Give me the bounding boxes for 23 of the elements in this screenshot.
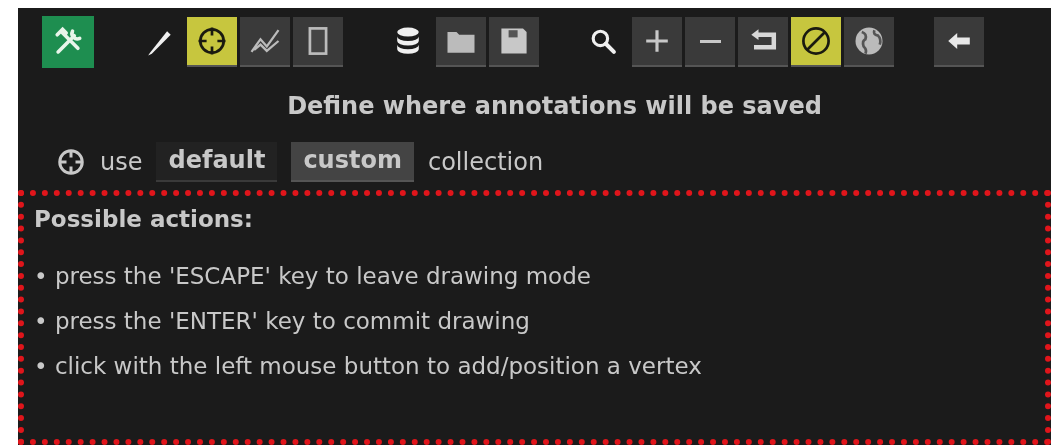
folder-button[interactable] bbox=[436, 17, 486, 67]
help-item: • press the 'ESCAPE' key to leave drawing mode bbox=[34, 262, 592, 291]
collection-option[interactable]: custom bbox=[291, 142, 414, 182]
forbidden-button[interactable] bbox=[791, 17, 841, 67]
minus-icon bbox=[697, 37, 723, 45]
plus-button[interactable] bbox=[632, 17, 682, 67]
crosshair-button[interactable] bbox=[187, 17, 237, 67]
help-title: Possible actions: bbox=[34, 206, 254, 232]
globe-button[interactable] bbox=[844, 17, 894, 67]
suffix-text: collection bbox=[427, 148, 544, 176]
heading-text: Define where annotations will be saved bbox=[286, 92, 823, 120]
undo-button[interactable] bbox=[738, 17, 788, 67]
help-item: • press the 'ENTER' key to commit drawing bbox=[34, 307, 531, 336]
polyline-button[interactable] bbox=[240, 17, 290, 67]
crosshair-icon bbox=[56, 147, 86, 177]
prefix-text: use bbox=[100, 148, 143, 176]
minus-button[interactable] bbox=[685, 17, 735, 67]
help-item: • click with the left mouse button to add/position a vertex bbox=[34, 352, 703, 381]
rectangle-button[interactable] bbox=[293, 17, 343, 67]
collection-option[interactable]: default bbox=[156, 142, 278, 182]
tools-button[interactable] bbox=[42, 16, 94, 68]
back-arrow-button[interactable] bbox=[934, 17, 984, 67]
save-button[interactable] bbox=[489, 17, 539, 67]
